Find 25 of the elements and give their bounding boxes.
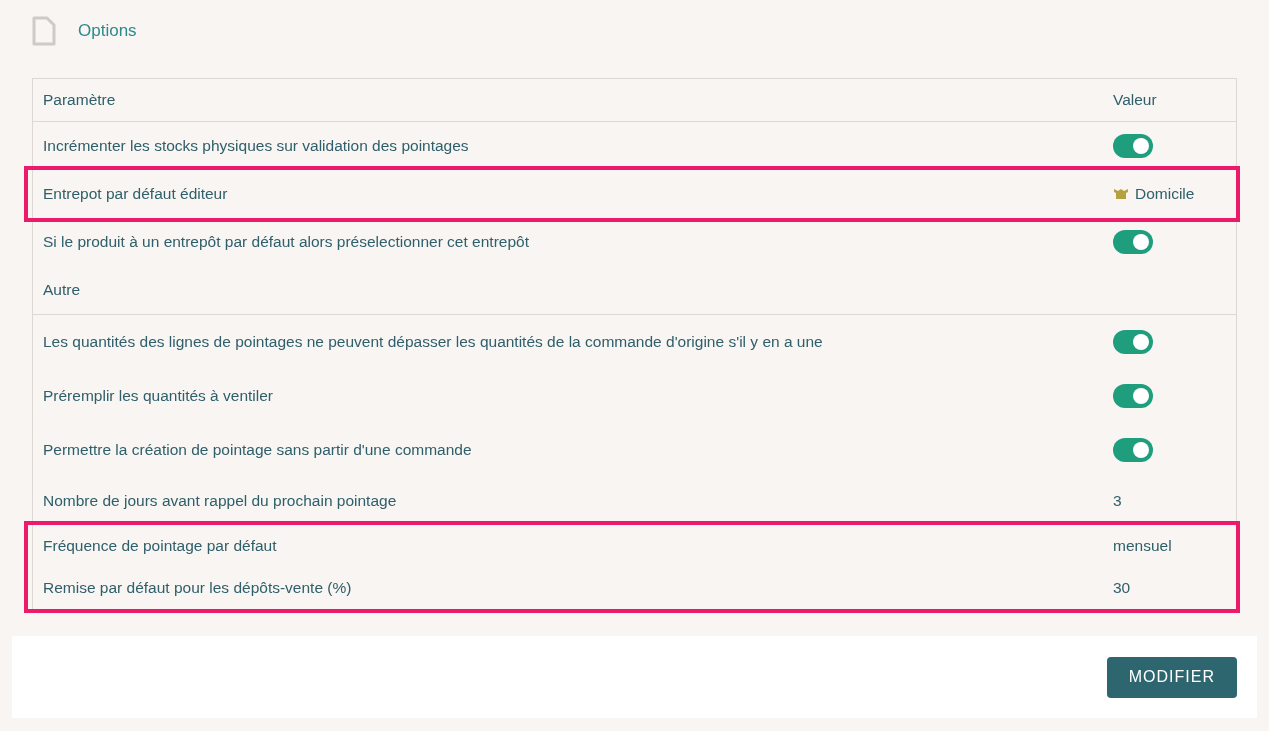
column-header: Paramètre xyxy=(43,91,117,109)
document-icon xyxy=(32,16,56,46)
toggle-switch[interactable] xyxy=(1113,384,1153,408)
parameter-label: Permettre la création de pointage sans partir d'une commande xyxy=(43,441,473,459)
box-icon xyxy=(1113,188,1129,200)
parameter-label: Incrémenter les stocks physiques sur validation des pointages xyxy=(43,137,470,155)
cell-value: Domicile xyxy=(1135,185,1195,203)
parameter-label: Entrepot par défaut éditeur xyxy=(43,185,229,203)
parameter-label: Les quantités des lignes de pointages ne peuvent dépasser les quantités de la commande d'origine s'il y en a une xyxy=(43,333,824,351)
section-title: Options xyxy=(78,21,137,41)
cell-value: 30 xyxy=(1113,579,1131,597)
parameter-label: Si le produit à un entrepôt par défaut alors préselectionner cet entrepôt xyxy=(43,233,530,251)
toggle-switch[interactable] xyxy=(1113,438,1153,462)
toggle-switch[interactable] xyxy=(1113,330,1153,354)
parameter-label: Remise par défaut pour les dépôts-vente (%) xyxy=(43,579,353,597)
toggle-switch[interactable] xyxy=(1113,230,1153,254)
section-label: Autre xyxy=(43,281,82,299)
cell-value: 3 xyxy=(1113,492,1122,510)
parameter-label: Fréquence de pointage par défaut xyxy=(43,537,278,555)
column-header: Valeur xyxy=(1113,91,1158,109)
parameter-label: Nombre de jours avant rappel du prochain pointage xyxy=(43,492,398,510)
toggle-switch[interactable] xyxy=(1113,134,1153,158)
cell-value: mensuel xyxy=(1113,537,1172,555)
parameter-label: Préremplir les quantités à ventiler xyxy=(43,387,275,405)
modify-button[interactable]: MODIFIER xyxy=(1106,656,1237,698)
